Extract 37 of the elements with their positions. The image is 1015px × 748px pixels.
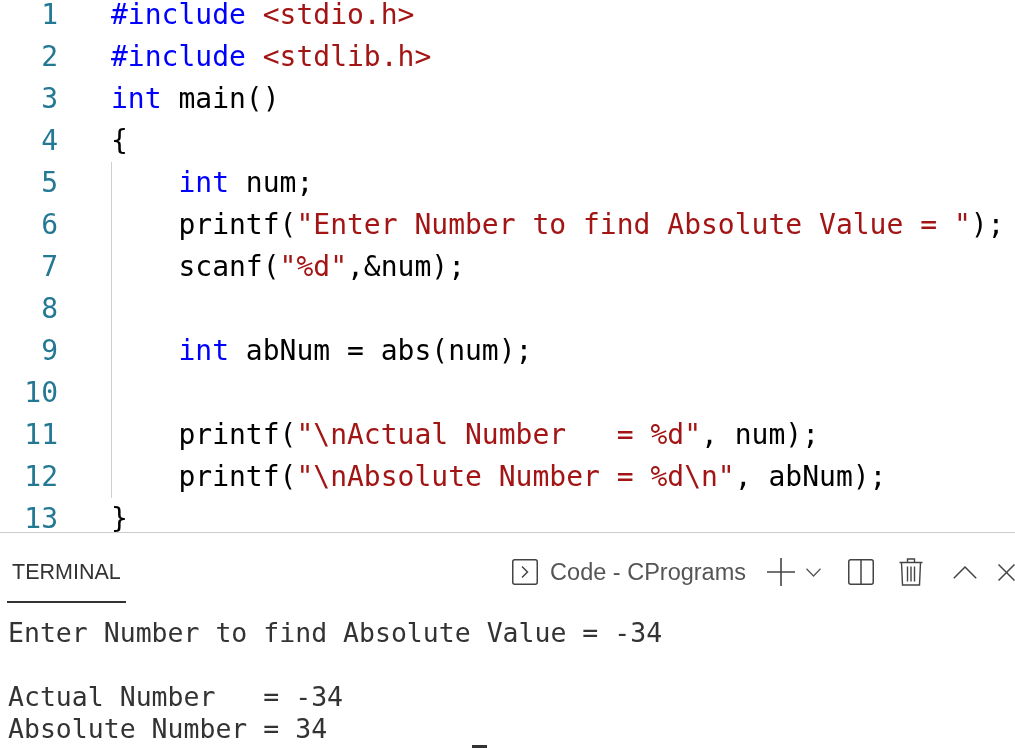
terminal-icon xyxy=(512,559,539,585)
line-number: 1 xyxy=(40,0,58,33)
terminal-output-line: Actual Number = -34 xyxy=(8,681,345,713)
chevron-up-icon[interactable] xyxy=(953,565,977,579)
close-icon[interactable] xyxy=(998,563,1015,581)
line-number: 6 xyxy=(40,207,58,243)
line-number: 11 xyxy=(23,417,58,453)
line-number: 5 xyxy=(40,165,58,201)
code-line: { xyxy=(111,123,128,159)
code-line: printf("\nAbsolute Number = %d\n", abNum); xyxy=(178,459,887,495)
terminal-output-line: Absolute Number = 34 xyxy=(8,713,329,745)
terminal-output-line: Enter Number to find Absolute Value = -34 xyxy=(8,617,664,649)
line-number: 13 xyxy=(23,501,58,537)
line-number: 4 xyxy=(40,123,58,159)
code-line: #include <stdio.h> xyxy=(111,0,415,33)
trash-icon[interactable] xyxy=(899,558,923,586)
code-line: int num; xyxy=(178,165,314,201)
line-number: 10 xyxy=(23,375,58,411)
line-number: 7 xyxy=(40,249,58,285)
line-number: 8 xyxy=(40,291,58,327)
code-line: scanf("%d",&num); xyxy=(178,249,466,285)
code-line: int abNum = abs(num); xyxy=(178,333,533,369)
split-icon[interactable] xyxy=(848,559,874,585)
code-line: int main() xyxy=(111,81,280,117)
code-line: printf("\nActual Number = %d", num); xyxy=(178,417,820,453)
line-number: 9 xyxy=(40,333,58,369)
line-number: 3 xyxy=(40,81,58,117)
plus-icon[interactable] xyxy=(767,558,795,586)
terminal-tab[interactable]: TERMINAL xyxy=(7,543,126,603)
code-line: printf("Enter Number to find Absolute Value = "); xyxy=(178,207,1005,243)
code-line: #include <stdlib.h> xyxy=(111,39,432,75)
code-line: } xyxy=(111,501,128,537)
chevron-down-icon[interactable] xyxy=(806,567,821,577)
line-number: 2 xyxy=(40,39,58,75)
terminal-cursor xyxy=(472,745,487,748)
line-number: 12 xyxy=(23,459,58,495)
terminal-instance-button[interactable]: Code - CPrograms xyxy=(512,558,746,586)
